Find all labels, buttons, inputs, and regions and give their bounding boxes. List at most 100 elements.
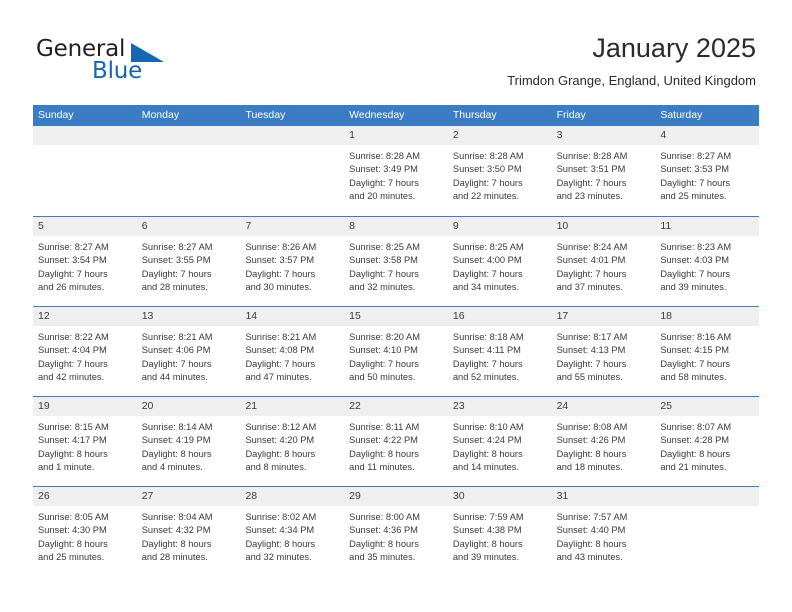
weekday-header-sunday: Sunday xyxy=(38,109,74,121)
calendar-day-cell[interactable]: 31 Sunrise: 7:57 AM Sunset: 4:40 PM Dayligh… xyxy=(551,487,656,576)
calendar-day-cell[interactable]: 25 Sunrise: 8:07 AM Sunset: 4:28 PM Dayligh… xyxy=(655,397,760,486)
calendar-day-cell[interactable]: 30 Sunrise: 7:59 AM Sunset: 4:38 PM Dayligh… xyxy=(447,487,552,576)
day-details: Sunrise: 8:27 AM Sunset: 3:54 PM Daylight:… xyxy=(33,236,137,295)
day-number-strip xyxy=(655,487,760,506)
sunset-text: Sunset: 4:28 PM xyxy=(660,435,730,446)
daylight-text: Daylight: 7 hours xyxy=(452,268,523,279)
calendar-day-cell[interactable]: 16 Sunrise: 8:18 AM Sunset: 4:11 PM Dayligh… xyxy=(447,307,552,396)
calendar-day-cell[interactable]: 21 Sunrise: 8:12 AM Sunset: 4:20 PM Dayligh… xyxy=(240,397,345,486)
day-number: 25 xyxy=(660,400,672,412)
sunset-text: Sunset: 3:50 PM xyxy=(452,164,522,175)
day-number: 14 xyxy=(245,310,258,322)
calendar-day-cell[interactable]: 20 Sunrise: 8:14 AM Sunset: 4:19 PM Dayligh… xyxy=(136,397,241,486)
calendar-day-cell[interactable]: 17 Sunrise: 8:17 AM Sunset: 4:13 PM Dayligh… xyxy=(551,307,656,396)
calendar-day-cell[interactable]: 4 Sunrise: 8:27 AM Sunset: 3:53 PM Daylight… xyxy=(655,126,760,216)
daylight-text: Daylight: 8 hours xyxy=(141,448,212,459)
calendar-day-cell[interactable]: 13 Sunrise: 8:21 AM Sunset: 4:06 PM Dayligh… xyxy=(136,307,241,396)
day-details: Sunrise: 8:28 AM Sunset: 3:49 PM Daylight:… xyxy=(344,145,448,204)
calendar-day-cell[interactable]: 7 Sunrise: 8:26 AM Sunset: 3:57 PM Daylight… xyxy=(240,217,345,306)
calendar-day-cell[interactable]: 14 Sunrise: 8:21 AM Sunset: 4:08 PM Dayligh… xyxy=(240,307,345,396)
day-number: 7 xyxy=(245,220,252,232)
day-details: Sunrise: 8:02 AM Sunset: 4:34 PM Daylight:… xyxy=(240,506,344,565)
daylight-text: Daylight: 7 hours xyxy=(349,268,419,279)
calendar-day-cell[interactable]: 12 Sunrise: 8:22 AM Sunset: 4:04 PM Dayligh… xyxy=(33,307,137,396)
day-details: Sunrise: 8:15 AM Sunset: 4:17 PM Daylight:… xyxy=(33,416,137,475)
daylight-text-cont: and 22 minutes. xyxy=(452,191,520,202)
sunset-text: Sunset: 4:38 PM xyxy=(452,525,522,536)
sunset-text: Sunset: 3:58 PM xyxy=(349,255,418,266)
calendar-week-row: 1 Sunrise: 8:28 AM Sunset: 3:49 PM Daylight… xyxy=(33,126,760,216)
day-details: Sunrise: 8:21 AM Sunset: 4:06 PM Daylight:… xyxy=(137,326,241,385)
calendar-day-cell[interactable]: 24 Sunrise: 8:08 AM Sunset: 4:26 PM Dayligh… xyxy=(551,397,656,486)
weekday-header-saturday: Saturday xyxy=(660,109,703,121)
calendar-day-cell[interactable]: 3 Sunrise: 8:28 AM Sunset: 3:51 PM Daylight… xyxy=(551,126,656,216)
title-block: January 2025 Trimdon Grange, England, Un… xyxy=(507,32,756,89)
calendar-day-cell[interactable]: 18 Sunrise: 8:16 AM Sunset: 4:15 PM Dayligh… xyxy=(655,307,760,396)
calendar-day-cell[interactable]: 23 Sunrise: 8:10 AM Sunset: 4:24 PM Dayligh… xyxy=(447,397,552,486)
calendar-day-cell-empty xyxy=(655,487,760,576)
page-subtitle: Trimdon Grange, England, United Kingdom xyxy=(507,73,756,88)
calendar-day-cell[interactable]: 2 Sunrise: 8:28 AM Sunset: 3:50 PM Daylight… xyxy=(447,126,552,216)
day-number-strip: 18 xyxy=(655,307,760,326)
day-number: 4 xyxy=(660,129,667,141)
sunrise-text: Sunrise: 8:07 AM xyxy=(660,422,732,432)
sunset-text: Sunset: 4:04 PM xyxy=(38,345,107,356)
day-number: 27 xyxy=(141,490,154,502)
day-number: 22 xyxy=(349,400,361,412)
day-number: 15 xyxy=(349,310,361,322)
sunrise-text: Sunrise: 8:21 AM xyxy=(245,332,317,342)
calendar-grid: Sunday Monday Tuesday Wednesday Thursday Frid… xyxy=(33,105,760,576)
day-number-strip: 1 xyxy=(344,126,448,145)
sunrise-text: Sunrise: 8:17 AM xyxy=(556,332,628,342)
daylight-text-cont: and 20 minutes. xyxy=(349,191,416,202)
daylight-text-cont: and 39 minutes. xyxy=(660,282,727,293)
brand-logo[interactable]: General Blue xyxy=(36,36,256,88)
sunrise-text: Sunrise: 8:28 AM xyxy=(556,151,628,161)
sunset-text: Sunset: 4:32 PM xyxy=(141,525,211,536)
sunrise-text: Sunrise: 8:04 AM xyxy=(141,512,213,522)
day-number-strip: 5 xyxy=(33,217,137,236)
calendar-day-cell[interactable]: 26 Sunrise: 8:05 AM Sunset: 4:30 PM Dayligh… xyxy=(33,487,137,576)
sunset-text: Sunset: 4:11 PM xyxy=(452,345,521,356)
daylight-text: Daylight: 8 hours xyxy=(556,448,627,459)
weekday-header-row: Sunday Monday Tuesday Wednesday Thursday Frid… xyxy=(33,105,759,126)
sunset-text: Sunset: 3:51 PM xyxy=(556,164,626,175)
sunset-text: Sunset: 4:22 PM xyxy=(349,435,418,446)
calendar-day-cell[interactable]: 6 Sunrise: 8:27 AM Sunset: 3:55 PM Daylight… xyxy=(136,217,241,306)
calendar-day-cell[interactable]: 1 Sunrise: 8:28 AM Sunset: 3:49 PM Daylight… xyxy=(344,126,448,216)
daylight-text: Daylight: 7 hours xyxy=(349,177,419,188)
sunset-text: Sunset: 3:49 PM xyxy=(349,164,418,175)
day-number-strip: 21 xyxy=(240,397,345,416)
daylight-text-cont: and 44 minutes. xyxy=(141,372,208,383)
day-number: 21 xyxy=(245,400,258,412)
daylight-text-cont: and 25 minutes. xyxy=(38,552,105,563)
calendar-day-cell[interactable]: 28 Sunrise: 8:02 AM Sunset: 4:34 PM Dayligh… xyxy=(240,487,345,576)
day-details: Sunrise: 8:18 AM Sunset: 4:11 PM Daylight:… xyxy=(448,326,552,385)
calendar-day-cell[interactable]: 8 Sunrise: 8:25 AM Sunset: 3:58 PM Daylight… xyxy=(344,217,448,306)
calendar-day-cell[interactable]: 11 Sunrise: 8:23 AM Sunset: 4:03 PM Dayligh… xyxy=(655,217,760,306)
day-number-strip xyxy=(240,126,345,145)
daylight-text-cont: and 50 minutes. xyxy=(349,372,416,383)
day-number-strip: 19 xyxy=(33,397,137,416)
daylight-text-cont: and 4 minutes. xyxy=(141,462,203,473)
calendar-day-cell[interactable]: 27 Sunrise: 8:04 AM Sunset: 4:32 PM Dayligh… xyxy=(136,487,241,576)
daylight-text: Daylight: 8 hours xyxy=(660,448,731,459)
calendar-day-cell[interactable]: 19 Sunrise: 8:15 AM Sunset: 4:17 PM Dayligh… xyxy=(33,397,137,486)
day-number: 9 xyxy=(452,220,459,232)
daylight-text-cont: and 28 minutes. xyxy=(141,282,208,293)
calendar-day-cell[interactable]: 5 Sunrise: 8:27 AM Sunset: 3:54 PM Daylight… xyxy=(33,217,137,306)
daylight-text: Daylight: 7 hours xyxy=(245,358,316,369)
calendar-day-cell[interactable]: 22 Sunrise: 8:11 AM Sunset: 4:22 PM Dayligh… xyxy=(344,397,448,486)
daylight-text: Daylight: 8 hours xyxy=(38,448,108,459)
day-number-strip: 20 xyxy=(136,397,241,416)
calendar-day-cell[interactable]: 15 Sunrise: 8:20 AM Sunset: 4:10 PM Dayligh… xyxy=(344,307,448,396)
calendar-day-cell[interactable]: 29 Sunrise: 8:00 AM Sunset: 4:36 PM Dayligh… xyxy=(344,487,448,576)
sunrise-text: Sunrise: 8:12 AM xyxy=(245,422,317,432)
sunset-text: Sunset: 4:00 PM xyxy=(452,255,522,266)
day-number: 8 xyxy=(349,220,355,232)
day-details: Sunrise: 8:28 AM Sunset: 3:51 PM Daylight:… xyxy=(552,145,656,204)
calendar-day-cell[interactable]: 10 Sunrise: 8:24 AM Sunset: 4:01 PM Dayligh… xyxy=(551,217,656,306)
daylight-text: Daylight: 7 hours xyxy=(141,358,212,369)
daylight-text: Daylight: 7 hours xyxy=(141,268,212,279)
calendar-day-cell[interactable]: 9 Sunrise: 8:25 AM Sunset: 4:00 PM Daylight… xyxy=(447,217,552,306)
